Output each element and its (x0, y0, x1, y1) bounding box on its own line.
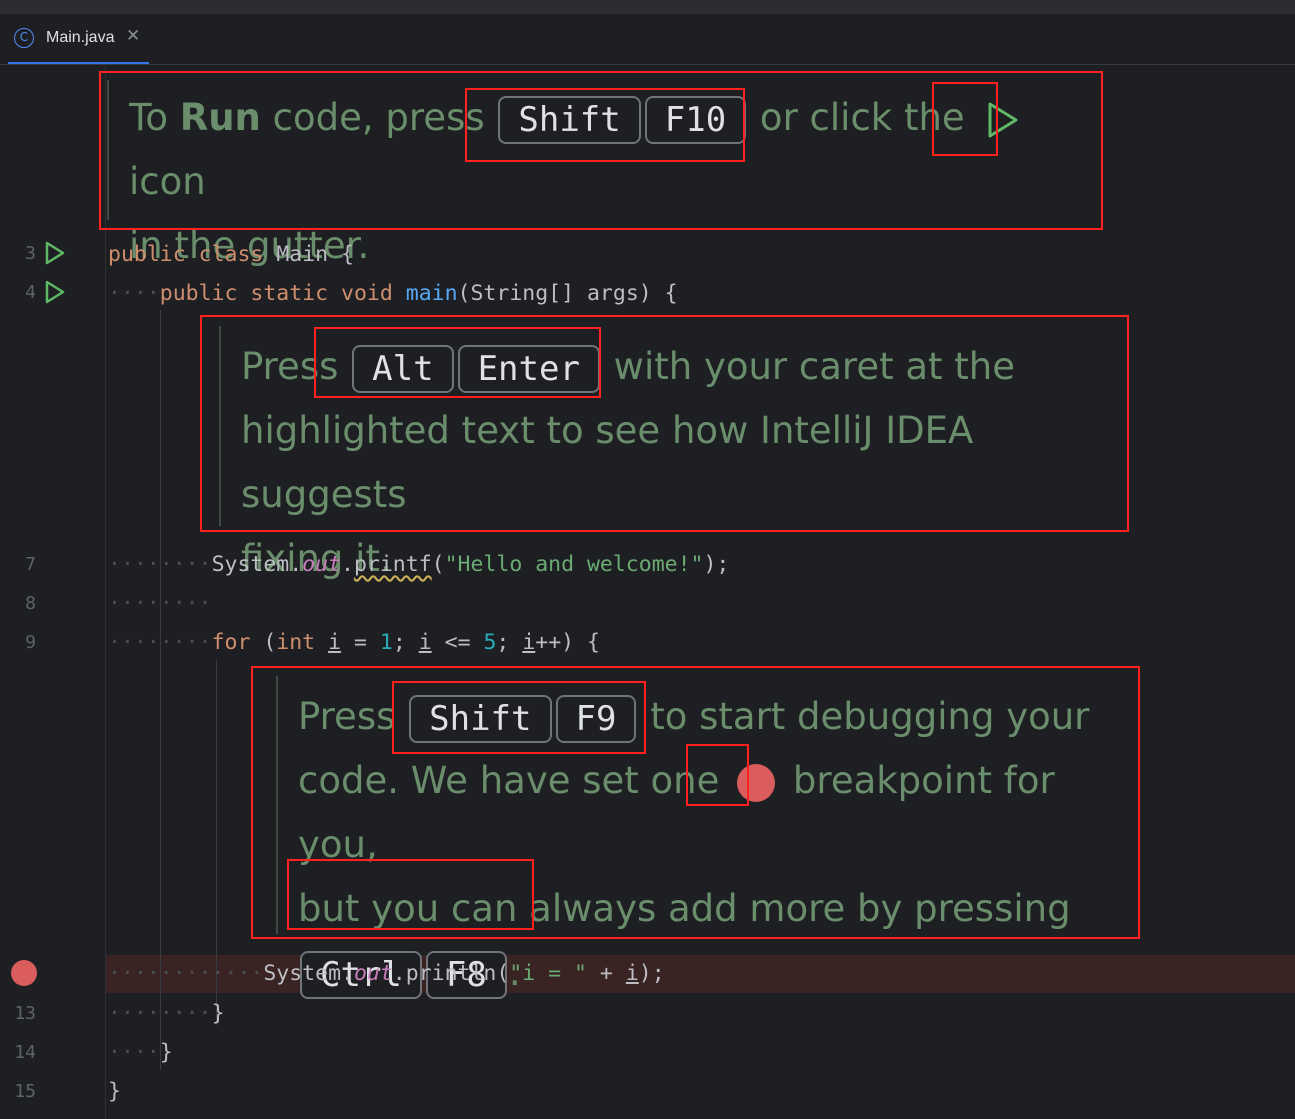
doc-bold-run: Run (179, 96, 261, 139)
tab-main-java[interactable]: C Main.java ✕ (8, 14, 149, 62)
key-alt: Alt (352, 344, 454, 393)
line-number: 13 (14, 1003, 36, 1024)
editor-tab-bar: C Main.java ✕ (0, 14, 1295, 65)
doc-comment-bar (107, 80, 109, 220)
code-line-15[interactable]: } (108, 1079, 121, 1105)
class-icon: C (14, 28, 34, 48)
play-icon[interactable] (44, 240, 66, 266)
breakpoint-icon (737, 763, 776, 802)
line-number: 9 (25, 632, 36, 653)
doc-line: highlighted text to see how IntelliJ IDE… (241, 409, 974, 516)
code-line-3[interactable]: public class Main { (108, 242, 354, 268)
tab-label: Main.java (46, 29, 115, 46)
key-f9: F9 (555, 694, 637, 743)
line-number: 8 (25, 593, 36, 614)
key-shift: Shift (498, 95, 641, 144)
doc-comment-bar (219, 326, 221, 526)
indent-guide (160, 310, 161, 1070)
line-number: 3 (25, 243, 36, 264)
code-line-7[interactable]: ········System.out.printf("Hello and wel… (108, 552, 729, 578)
active-tab-indicator (8, 62, 149, 64)
code-line-8[interactable]: ········ (108, 591, 212, 617)
breakpoint-icon[interactable] (11, 960, 37, 986)
play-icon (988, 102, 1018, 137)
line-number: 14 (14, 1042, 36, 1063)
line-number: 4 (25, 282, 36, 303)
doc-line: but you can always add more by pressing (298, 887, 1071, 930)
doc-line: Press Alt Enter with your caret at the (241, 335, 1121, 399)
warning-highlight[interactable]: printf (354, 552, 432, 577)
line-number: 15 (14, 1081, 36, 1102)
line-number: 7 (25, 554, 36, 575)
code-line-14[interactable]: ····} (108, 1040, 173, 1066)
title-strip (0, 0, 1295, 15)
key-f10: F10 (644, 95, 747, 144)
code-line-12[interactable]: ············System.out.println("i = " + … (108, 961, 665, 987)
doc-line: Press Shift F9 to start debugging your (298, 685, 1128, 749)
doc-comment-bar (276, 676, 278, 934)
key-shift: Shift (409, 694, 552, 743)
close-icon[interactable]: ✕ (126, 26, 140, 46)
code-line-13[interactable]: ········} (108, 1001, 225, 1027)
doc-comment-debug: Press Shift F9 to start debugging your co… (298, 685, 1128, 1005)
doc-line: code. We have set one breakpoint for you… (298, 759, 1055, 866)
doc-line: To Run code, press Shift F10 or click the… (129, 86, 1109, 214)
play-icon[interactable] (44, 279, 66, 305)
code-line-9[interactable]: ········for (int i = 1; i <= 5; i++) { (108, 630, 600, 656)
code-line-4[interactable]: ····public static void main(String[] arg… (108, 281, 678, 307)
key-enter: Enter (457, 344, 600, 393)
